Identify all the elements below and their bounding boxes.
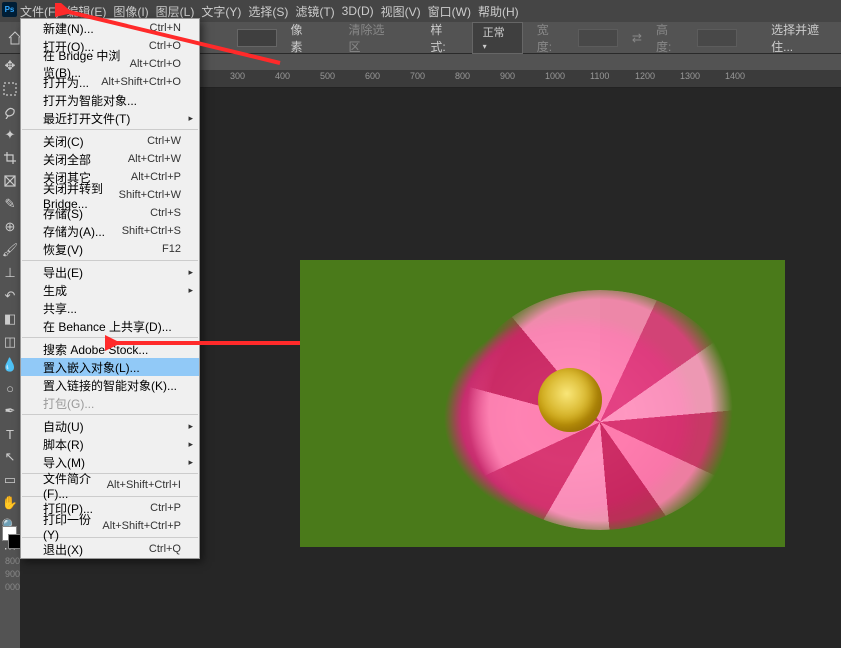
menu-image[interactable]: 图像(I) — [113, 3, 148, 20]
clear-selection[interactable]: 清除选区 — [348, 21, 396, 55]
ruler-ticks-vertical: 800 900 000 — [5, 555, 20, 594]
move-tool[interactable]: ✥ — [0, 56, 20, 76]
menu-help[interactable]: 帮助(H) — [478, 3, 519, 20]
file-menu-item[interactable]: 关闭并转到 Bridge...Shift+Ctrl+W — [21, 186, 199, 204]
file-menu-item[interactable]: 生成▸ — [21, 281, 199, 299]
menu-file[interactable]: 文件(F) — [20, 3, 59, 20]
file-menu-item[interactable]: 打开为...Alt+Shift+Ctrl+O — [21, 73, 199, 91]
file-menu-item[interactable]: 退出(X)Ctrl+Q — [21, 540, 199, 558]
file-menu-item[interactable]: 存储(S)Ctrl+S — [21, 204, 199, 222]
file-menu-item[interactable]: 关闭全部Alt+Ctrl+W — [21, 150, 199, 168]
file-menu-item[interactable]: 脚本(R)▸ — [21, 435, 199, 453]
file-menu-item[interactable]: 恢复(V)F12 — [21, 240, 199, 258]
menu-edit[interactable]: 编辑(E) — [66, 3, 106, 20]
menu-3d[interactable]: 3D(D) — [342, 4, 374, 18]
width-field — [578, 29, 618, 47]
file-menu-item[interactable]: 在 Behance 上共享(D)... — [21, 317, 199, 335]
width-label: 宽度: — [537, 21, 564, 55]
file-menu-item[interactable]: 共享... — [21, 299, 199, 317]
dodge-tool[interactable]: ○ — [0, 378, 20, 398]
eyedropper-tool[interactable]: ✎ — [0, 194, 20, 214]
color-swatches[interactable] — [0, 525, 20, 550]
lasso-tool[interactable] — [0, 102, 20, 122]
file-menu-item: 打包(G)... — [21, 394, 199, 412]
file-menu-item[interactable]: 导出(E)▸ — [21, 263, 199, 281]
feather-unit: 像素 — [291, 21, 315, 55]
file-menu-item[interactable]: 导入(M)▸ — [21, 453, 199, 471]
menu-filter[interactable]: 滤镜(T) — [295, 3, 334, 20]
menu-layer[interactable]: 图层(L) — [156, 3, 195, 20]
marquee-tool[interactable] — [0, 79, 20, 99]
history-brush-tool[interactable]: ↶ — [0, 286, 20, 306]
heal-tool[interactable]: ⊕ — [0, 217, 20, 237]
select-and-mask[interactable]: 选择并遮住... — [771, 21, 841, 55]
brush-tool[interactable]: 🖌 — [0, 240, 20, 260]
file-menu-item[interactable]: 在 Bridge 中浏览(B)...Alt+Ctrl+O — [21, 55, 199, 73]
height-field — [697, 29, 737, 47]
file-menu-item[interactable]: 文件简介(F)...Alt+Shift+Ctrl+I — [21, 476, 199, 494]
gradient-tool[interactable]: ◫ — [0, 332, 20, 352]
style-select[interactable]: 正常 ▾ — [472, 22, 523, 54]
toolbar: ✥ ✦ ✎ ⊕ 🖌 ⊥ ↶ ◧ ◫ 💧 ○ ✒ T ↖ ▭ ✋ 🔍 ⋯ — [0, 54, 20, 559]
file-menu-item[interactable]: 自动(U)▸ — [21, 417, 199, 435]
file-menu-item[interactable]: 最近打开文件(T)▸ — [21, 109, 199, 127]
file-menu-dropdown: 新建(N)...Ctrl+N打开(O)...Ctrl+O在 Bridge 中浏览… — [20, 18, 200, 559]
file-menu-item[interactable]: 打印一份(Y)Alt+Shift+Ctrl+P — [21, 517, 199, 535]
ps-icon: Ps — [2, 2, 17, 17]
style-label: 样式: — [430, 21, 457, 55]
feather-field[interactable] — [237, 29, 277, 47]
menu-select[interactable]: 选择(S) — [248, 3, 288, 20]
canvas-image — [300, 260, 785, 547]
pen-tool[interactable]: ✒ — [0, 401, 20, 421]
stamp-tool[interactable]: ⊥ — [0, 263, 20, 283]
menu-type[interactable]: 文字(Y) — [201, 3, 241, 20]
frame-tool[interactable] — [0, 171, 20, 191]
eraser-tool[interactable]: ◧ — [0, 309, 20, 329]
path-tool[interactable]: ↖ — [0, 447, 20, 467]
menu-window[interactable]: 窗口(W) — [428, 3, 471, 20]
file-menu-item[interactable]: 存储为(A)...Shift+Ctrl+S — [21, 222, 199, 240]
wand-tool[interactable]: ✦ — [0, 125, 20, 145]
file-menu-item[interactable]: 关闭(C)Ctrl+W — [21, 132, 199, 150]
file-menu-item[interactable]: 置入链接的智能对象(K)... — [21, 376, 199, 394]
swap-icon[interactable]: ⇄ — [632, 31, 642, 45]
shape-tool[interactable]: ▭ — [0, 470, 20, 490]
blur-tool[interactable]: 💧 — [0, 355, 20, 375]
file-menu-item[interactable]: 新建(N)...Ctrl+N — [21, 19, 199, 37]
file-menu-item[interactable]: 打开为智能对象... — [21, 91, 199, 109]
file-menu-item[interactable]: 置入嵌入对象(L)... — [21, 358, 199, 376]
type-tool[interactable]: T — [0, 424, 20, 444]
height-label: 高度: — [656, 21, 683, 55]
crop-tool[interactable] — [0, 148, 20, 168]
file-menu-item[interactable]: 搜索 Adobe Stock... — [21, 340, 199, 358]
hand-tool[interactable]: ✋ — [0, 493, 20, 513]
menu-view[interactable]: 视图(V) — [381, 3, 421, 20]
